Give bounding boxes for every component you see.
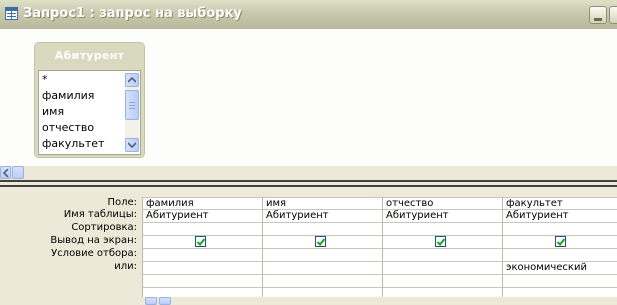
field-list-scrollbar[interactable] [125,73,139,152]
field-item[interactable]: отчество [42,121,94,135]
checkmark-icon [437,238,445,246]
show-checkbox[interactable] [315,236,326,247]
grid-column-divider [262,197,263,297]
row-label-sort: Сортировка: [71,222,137,233]
checkmark-icon [557,238,565,246]
scroll-left-button[interactable] [145,297,157,305]
grid-scrollbar[interactable] [142,297,172,305]
field-cell[interactable]: имя [266,198,286,209]
query-window-icon [5,7,18,20]
field-cell[interactable]: факультет [506,198,563,209]
query-window: Запрос1 : запрос на выборку Абитурент * … [0,0,617,305]
table-field-list[interactable]: Абитурент * фамилия имя отчество факульт… [34,42,145,158]
design-grid-pane: Поле: Имя таблицы: Сортировка: Вывод на … [0,187,617,305]
maximize-button[interactable] [609,6,617,24]
row-label-criteria: Условие отбора: [51,248,137,259]
field-item[interactable]: факультет [42,137,104,151]
grid-column-divider [382,197,383,297]
field-list[interactable]: * фамилия имя отчество факультет [38,70,141,155]
scroll-thumb[interactable] [159,297,171,305]
field-cell[interactable]: отчество [386,198,433,209]
show-checkbox[interactable] [195,236,206,247]
table-title: Абитурент [54,49,125,62]
field-item[interactable]: * [42,73,48,87]
scroll-thumb[interactable] [12,166,24,179]
pane-splitter[interactable] [0,180,617,187]
scroll-down-button[interactable] [125,138,139,152]
arrow-left-icon [3,169,9,177]
design-grid[interactable]: фамилия имя отчество факультет Абитуриен… [142,197,617,297]
row-label-table: Имя таблицы: [63,209,137,220]
arrow-down-icon [128,142,136,148]
scroll-left-button[interactable] [0,166,11,179]
table-pane: Абитурент * фамилия имя отчество факульт… [0,29,617,166]
criteria-cell[interactable]: экономический [506,262,587,273]
table-cell[interactable]: Абитуриент [266,210,329,221]
checkmark-icon [197,238,205,246]
scroll-thumb[interactable] [125,90,139,120]
arrow-up-icon [128,77,136,83]
row-label-field: Поле: [107,197,137,208]
field-item[interactable]: имя [42,105,64,119]
grid-column-divider [142,197,143,297]
checkmark-icon [317,238,325,246]
window-title: Запрос1 : запрос на выборку [23,6,242,21]
title-bar[interactable]: Запрос1 : запрос на выборку [0,0,617,29]
field-item[interactable]: фамилия [42,89,94,103]
row-label-or: или: [114,261,137,272]
table-cell[interactable]: Абитуриент [386,210,449,221]
field-cell[interactable]: фамилия [146,198,194,209]
show-checkbox[interactable] [435,236,446,247]
table-cell[interactable]: Абитуриент [146,210,209,221]
table-pane-scrollbar[interactable] [0,166,617,179]
scroll-up-button[interactable] [125,73,139,87]
row-label-show: Вывод на экран: [50,235,137,246]
minimize-button[interactable] [589,6,607,24]
table-cell[interactable]: Абитуриент [506,210,569,221]
show-checkbox[interactable] [555,236,566,247]
grid-column-divider [502,197,503,297]
